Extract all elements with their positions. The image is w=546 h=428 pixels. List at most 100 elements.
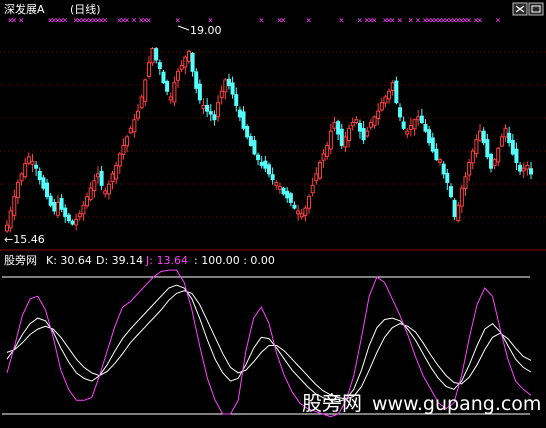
candle-body <box>390 82 395 92</box>
candlestick <box>52 198 57 215</box>
candle-body <box>383 96 388 104</box>
signal-mark: × <box>281 16 286 26</box>
candlestick <box>139 94 144 110</box>
candlestick <box>510 134 515 156</box>
restore-icon[interactable] <box>528 2 544 16</box>
candle-body <box>125 136 130 147</box>
candlestick <box>15 179 20 205</box>
high-price-label: 19.00 <box>190 24 222 37</box>
stock-title: 深发展A <box>4 2 45 16</box>
candle-body <box>499 136 504 147</box>
candle-body <box>350 122 355 127</box>
period-label: (日线) <box>70 2 101 16</box>
candlestick <box>41 174 46 191</box>
candle-body <box>165 80 170 92</box>
candlestick <box>212 110 217 126</box>
candle-body <box>136 110 140 119</box>
candlestick <box>205 98 210 117</box>
candle-body <box>194 71 199 89</box>
candle-body <box>45 182 50 198</box>
candlestick <box>117 152 122 174</box>
candlesticks <box>5 47 533 233</box>
candle-body <box>354 119 359 124</box>
candlestick <box>132 113 137 138</box>
signal-mark: × <box>339 16 344 26</box>
candlestick <box>274 180 279 190</box>
candlestick <box>448 183 453 199</box>
candlestick <box>267 162 271 178</box>
candle-body <box>186 50 191 62</box>
candlestick <box>383 94 388 108</box>
candle-body <box>216 102 221 118</box>
candlestick <box>48 192 53 208</box>
candle-body <box>48 195 53 206</box>
signal-marks: ×× × ××××× ××××××××× ××× × ××× × × × ×× × × × ××× ××× × ×… <box>8 16 501 26</box>
candlestick <box>281 186 286 196</box>
candle-body <box>110 173 115 183</box>
candlestick <box>154 47 159 64</box>
candlestick <box>503 124 508 142</box>
candlestick <box>12 189 17 221</box>
candle-body <box>288 193 293 203</box>
signal-mark: × <box>259 16 264 26</box>
candlestick <box>299 208 304 220</box>
candlestick <box>285 187 290 203</box>
candlestick <box>190 52 195 77</box>
candle-body <box>95 173 100 178</box>
candle-body <box>52 201 57 212</box>
candle-body <box>234 94 239 106</box>
candlestick <box>208 103 213 122</box>
kdj-d-line <box>6 290 532 400</box>
candle-body <box>114 164 119 180</box>
candle-body <box>401 121 406 129</box>
candle-body <box>88 187 93 200</box>
candlestick <box>452 198 457 221</box>
candlestick <box>521 162 526 179</box>
candlestick <box>357 119 362 139</box>
candlestick <box>478 124 483 142</box>
candle-body <box>525 164 530 170</box>
candlestick <box>459 184 464 213</box>
candlestick <box>419 108 424 124</box>
candlestick <box>63 204 68 223</box>
candlestick <box>256 152 261 166</box>
candlestick <box>226 73 231 90</box>
candlestick <box>245 124 250 140</box>
candle-body <box>139 96 144 109</box>
candle-body <box>19 173 24 182</box>
candle-body <box>452 199 457 218</box>
candle-body <box>161 71 166 84</box>
candle-body <box>241 111 246 129</box>
indicator-legend: 股旁网 K: 30.64 D: 39.14 J: 13.64 : 100.00 … <box>4 253 275 267</box>
candlestick <box>161 69 166 84</box>
candlestick <box>114 161 119 185</box>
candle-body <box>387 90 392 100</box>
candlestick <box>26 152 31 166</box>
candlestick <box>19 172 24 186</box>
candlestick <box>350 117 355 131</box>
candle-body <box>252 140 257 155</box>
candle-body <box>398 107 402 118</box>
candlestick <box>310 177 315 197</box>
candle-body <box>30 160 35 165</box>
candle-body <box>514 148 519 163</box>
candlestick <box>128 125 133 135</box>
candle-body <box>503 127 508 138</box>
candle-body <box>434 148 439 161</box>
candlestick <box>95 166 100 184</box>
candlestick <box>408 117 413 137</box>
candle-body <box>237 109 242 118</box>
candlestick <box>376 103 381 126</box>
signal-mark: × <box>11 16 16 26</box>
candlestick <box>150 47 155 66</box>
candlestick <box>59 194 64 212</box>
candlestick <box>405 127 410 139</box>
candlestick <box>259 156 264 169</box>
candle-body <box>492 159 497 167</box>
candlestick <box>339 123 344 149</box>
candle-body <box>176 70 181 81</box>
candle-body <box>41 177 46 189</box>
candle-body <box>361 128 366 141</box>
candlestick <box>263 155 268 173</box>
candle-body <box>474 139 479 155</box>
